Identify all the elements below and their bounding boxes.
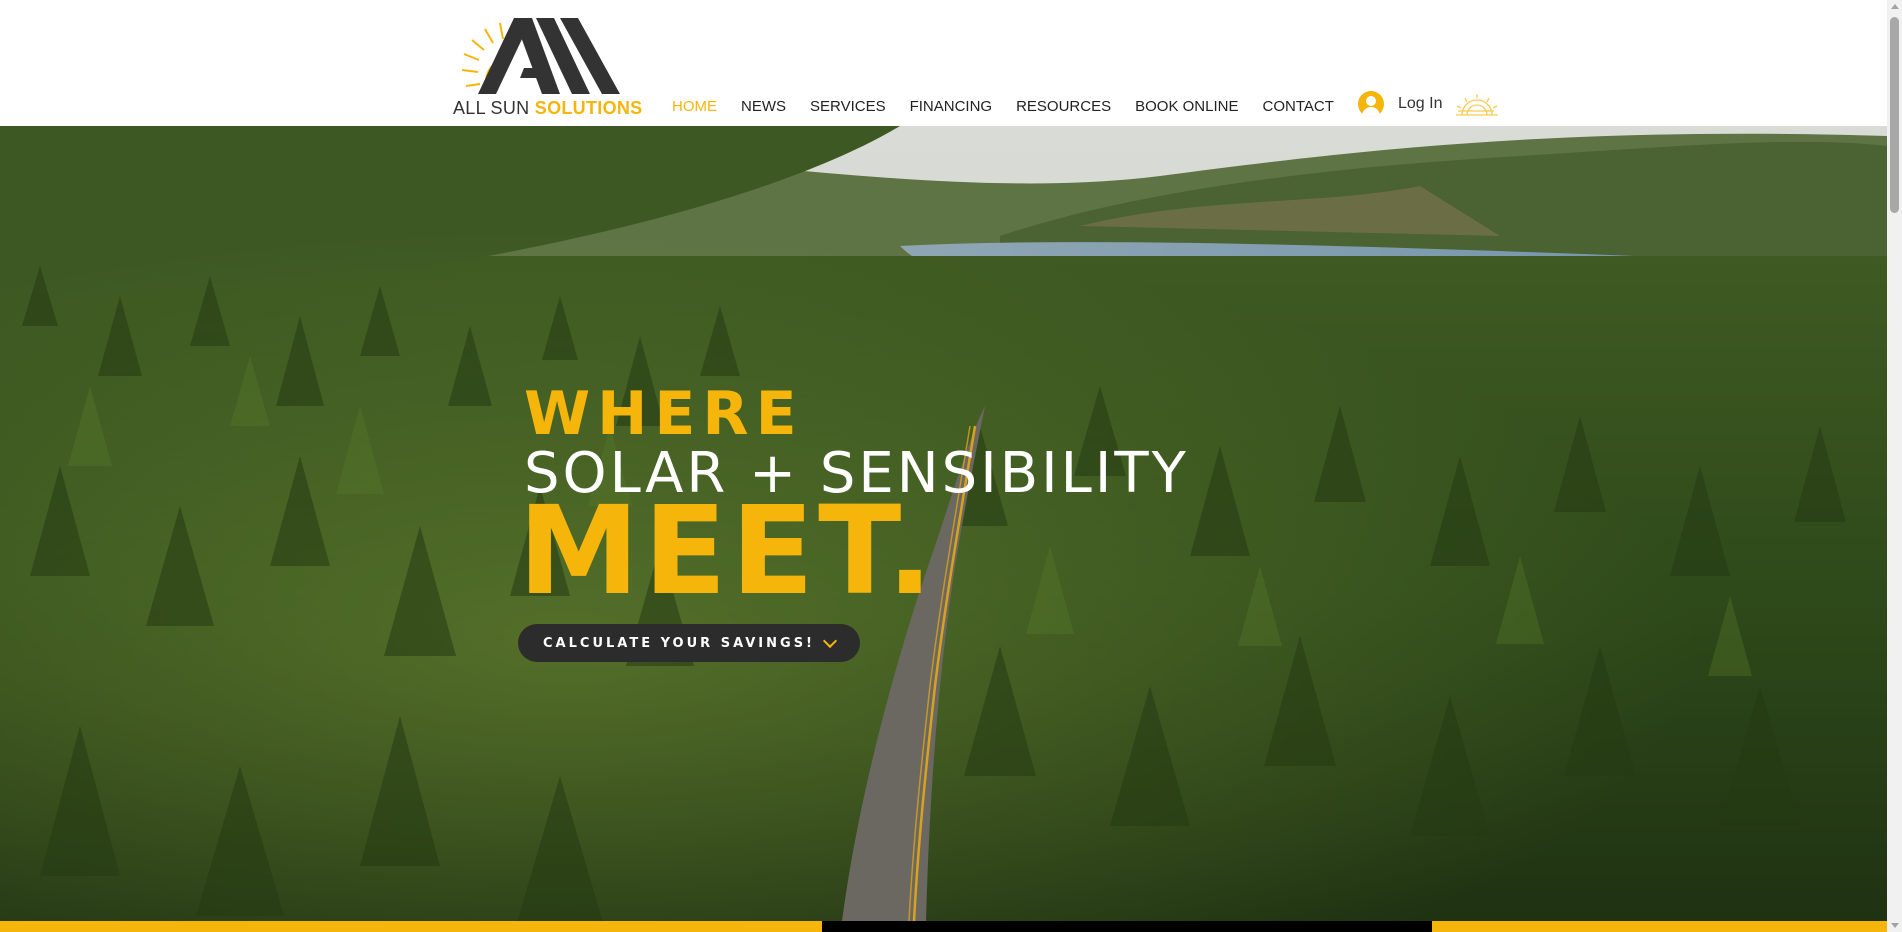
- bottom-band-middle: [822, 921, 1432, 932]
- nav-item-news[interactable]: NEWS: [741, 98, 786, 115]
- scroll-up-arrow-icon[interactable]: [1891, 4, 1899, 9]
- hero-section: WHERE SOLAR + SENSIBILITY MEET. CALCULAT…: [0, 126, 1887, 921]
- nav-item-home[interactable]: HOME: [672, 98, 717, 115]
- bottom-band-right: [1432, 921, 1887, 932]
- nav-item-resources[interactable]: RESOURCES: [1016, 98, 1111, 115]
- calculate-savings-label: CALCULATE YOUR SAVINGS!: [543, 635, 815, 651]
- chevron-down-icon: [822, 633, 838, 648]
- scroll-thumb[interactable]: [1890, 17, 1899, 213]
- nav-item-services[interactable]: SERVICES: [810, 98, 886, 115]
- logo-wordmark-highlight: SOLUTIONS: [534, 98, 643, 118]
- nav-item-book-online[interactable]: BOOK ONLINE: [1135, 98, 1238, 115]
- page-scrollbar[interactable]: [1887, 0, 1902, 932]
- page: ALL SUN SOLUTIONS HOME NEWS SERVICES FIN…: [0, 0, 1887, 932]
- nav-item-financing[interactable]: FINANCING: [910, 98, 993, 115]
- scroll-down-arrow-icon[interactable]: [1891, 923, 1899, 928]
- logo-wordmark[interactable]: ALL SUN SOLUTIONS: [453, 98, 642, 119]
- login-label: Log In: [1398, 95, 1443, 112]
- hero-background-video: [0, 126, 1887, 921]
- bottom-band-left: [0, 921, 822, 932]
- sunrise-icon[interactable]: [1454, 93, 1500, 119]
- hero-headline-line1: WHERE: [524, 379, 804, 449]
- hero-headline-line3: MEET.: [518, 480, 938, 622]
- nav-item-contact[interactable]: CONTACT: [1262, 98, 1333, 115]
- calculate-savings-button[interactable]: CALCULATE YOUR SAVINGS!: [518, 624, 860, 662]
- login-button[interactable]: Log In: [1358, 91, 1442, 117]
- logo-wordmark-prefix: ALL SUN: [453, 98, 530, 118]
- user-avatar-icon: [1358, 91, 1384, 117]
- site-header: ALL SUN SOLUTIONS HOME NEWS SERVICES FIN…: [0, 0, 1887, 126]
- main-nav: HOME NEWS SERVICES FINANCING RESOURCES B…: [672, 95, 1358, 117]
